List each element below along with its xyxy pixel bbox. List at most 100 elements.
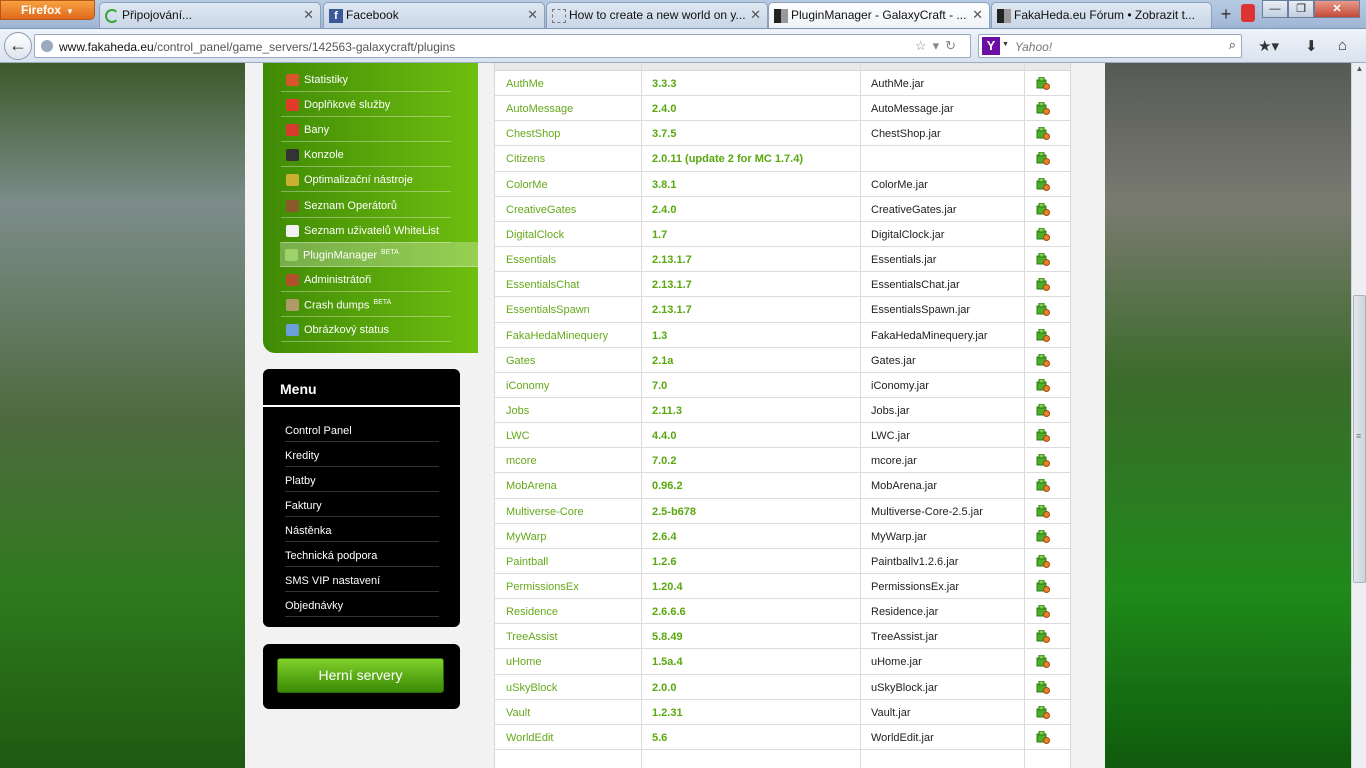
plugin-action-icon[interactable]	[1036, 604, 1050, 619]
main-menu-item[interactable]: Platby	[285, 467, 439, 492]
main-menu-item[interactable]: SMS VIP nastavení	[285, 567, 439, 592]
plugin-action-icon[interactable]	[1036, 101, 1050, 116]
firefox-menu-button[interactable]: Firefox ▼	[0, 0, 95, 20]
url-path: /control_panel/game_servers/142563-galax…	[153, 40, 456, 54]
operator-icon	[286, 200, 299, 212]
tab-forum[interactable]: FakaHeda.eu Fórum • Zobrazit t...	[991, 2, 1212, 28]
maximize-button[interactable]: ❐	[1288, 0, 1314, 18]
table-row: Jobs 2.11.3 Jobs.jar	[495, 398, 1070, 424]
plugin-action-icon[interactable]	[1036, 302, 1050, 317]
plugins-table: AuthMe 3.3.3 AuthMe.jar AutoMessage 2.4.0 Aut…	[494, 63, 1071, 768]
panel-menu-item-7[interactable]: PluginManager BETA	[280, 242, 478, 267]
plugin-action-icon[interactable]	[1036, 629, 1050, 644]
new-tab-button[interactable]: +	[1214, 5, 1238, 25]
tab-facebook[interactable]: f Facebook ✕	[323, 2, 545, 28]
plugin-version: 7.0.2	[652, 455, 677, 468]
main-menu-item[interactable]: Control Panel	[285, 417, 439, 442]
plugin-action-icon[interactable]	[1036, 378, 1050, 392]
plugin-version: 3.8.1	[652, 178, 677, 191]
home-icon[interactable]: ⌂	[1338, 37, 1347, 54]
scrollbar-thumb[interactable]: ≡	[1353, 295, 1366, 583]
panel-menu-item-6[interactable]: Seznam uživatelů WhiteList	[281, 218, 451, 243]
panel-menu-item-3[interactable]: Konzole	[281, 142, 451, 167]
close-window-button[interactable]: ✕	[1314, 0, 1360, 18]
main-menu-item[interactable]: Nástěnka	[285, 517, 439, 542]
panel-menu-label: Administrátoři	[304, 274, 372, 286]
plugin-action-icon[interactable]	[1036, 428, 1050, 443]
table-row: MyWarp 2.6.4 MyWarp.jar	[495, 524, 1070, 549]
plugin-name: PermissionsEx	[506, 581, 579, 593]
url-bar[interactable]: www.fakaheda.eu/control_panel/game_serve…	[34, 34, 971, 58]
plugin-action-icon[interactable]	[1036, 680, 1050, 694]
plugin-file: iConomy.jar	[871, 379, 929, 392]
table-row: Citizens 2.0.11 (update 2 for MC 1.7.4)	[495, 146, 1070, 172]
page-viewport: Statistiky Doplňkové služby Bany Konzole Opt…	[0, 63, 1351, 768]
plugin-action-icon[interactable]	[1036, 654, 1050, 669]
plugin-action-icon[interactable]	[1036, 328, 1050, 342]
close-icon[interactable]: ✕	[303, 7, 314, 23]
panel-menu-item-1[interactable]: Doplňkové služby	[281, 92, 451, 117]
search-input[interactable]: Yahoo!	[1015, 40, 1052, 54]
plugin-action-icon[interactable]	[1036, 504, 1050, 518]
search-bar[interactable]: Y ▼ Yahoo! ⌕	[978, 34, 1242, 58]
tab-label: How to create a new world on y...	[569, 8, 746, 22]
plugin-action-icon[interactable]	[1036, 453, 1050, 468]
table-row: iConomy 7.0 iConomy.jar	[495, 373, 1070, 398]
plugin-name: Multiverse-Core	[506, 505, 584, 518]
panel-menu-item-4[interactable]: Optimalizační nástroje	[281, 167, 451, 192]
plugin-action-icon[interactable]	[1036, 202, 1050, 216]
plugin-name: Citizens	[506, 153, 546, 166]
list-all-tabs-button[interactable]	[1241, 4, 1255, 22]
plugin-file: CreativeGates.jar	[871, 203, 957, 216]
main-menu-item[interactable]: Faktury	[285, 492, 439, 517]
bookmarks-icon[interactable]: ★▾	[1258, 37, 1279, 55]
blank-page-icon	[552, 9, 566, 23]
plugin-action-icon[interactable]	[1036, 76, 1050, 90]
download-icon[interactable]: ⬇	[1305, 37, 1318, 55]
table-row: AutoMessage 2.4.0 AutoMessage.jar	[495, 96, 1070, 122]
plugin-action-icon[interactable]	[1036, 151, 1050, 166]
game-servers-button[interactable]: Herní servery	[277, 658, 444, 693]
plugin-action-icon[interactable]	[1036, 730, 1050, 744]
close-icon[interactable]: ✕	[527, 7, 538, 23]
panel-menu-item-2[interactable]: Bany	[281, 117, 451, 142]
panel-menu-item-9[interactable]: Crash dumps BETA	[281, 292, 451, 317]
plugin-action-icon[interactable]	[1036, 478, 1050, 493]
minimize-button[interactable]: —	[1262, 0, 1288, 18]
main-menu-item[interactable]: Objednávky	[285, 592, 439, 617]
plugin-action-icon[interactable]	[1036, 177, 1050, 191]
plugin-action-icon[interactable]	[1036, 579, 1050, 593]
close-icon[interactable]: ✕	[972, 7, 983, 23]
table-row: DigitalClock 1.7 DigitalClock.jar	[495, 222, 1070, 248]
plugin-file: WorldEdit.jar	[871, 731, 934, 744]
yahoo-icon[interactable]: Y	[982, 37, 1000, 55]
plugin-action-icon[interactable]	[1036, 529, 1050, 543]
main-menu-item[interactable]: Kredity	[285, 442, 439, 467]
panel-menu-label: Crash dumps	[304, 299, 370, 312]
plugin-action-icon[interactable]	[1036, 403, 1050, 417]
plugin-action-icon[interactable]	[1036, 252, 1050, 267]
plugin-action-icon[interactable]	[1036, 554, 1050, 568]
scrollbar[interactable]: ▲ ≡	[1351, 63, 1366, 768]
plugin-action-icon[interactable]	[1036, 227, 1050, 241]
tab-pluginmanager[interactable]: PluginManager - GalaxyCraft - ... ✕	[768, 2, 990, 28]
plugin-file: Residence.jar	[871, 606, 939, 619]
plugin-action-icon[interactable]	[1036, 126, 1050, 141]
panel-menu-item-8[interactable]: Administrátoři	[281, 267, 451, 292]
panel-menu-item-5[interactable]: Seznam Operátorů	[281, 193, 451, 218]
plugin-action-icon[interactable]	[1036, 277, 1050, 292]
search-icon[interactable]: ⌕	[1229, 37, 1236, 53]
tab-create-world[interactable]: How to create a new world on y... ✕	[546, 2, 768, 28]
panel-menu-item-0[interactable]: Statistiky	[281, 67, 451, 92]
scroll-up-arrow[interactable]: ▲	[1353, 64, 1366, 77]
panel-menu-item-10[interactable]: Obrázkový status	[281, 317, 451, 342]
plugin-action-icon[interactable]	[1036, 705, 1050, 719]
tab-connecting[interactable]: Připojování... ✕	[99, 2, 321, 28]
plugin-action-icon[interactable]	[1036, 353, 1050, 367]
chevron-down-icon[interactable]: ▼	[1002, 41, 1009, 48]
back-button[interactable]: ←	[4, 32, 32, 60]
bookmark-star-icon[interactable]: ☆▾↻	[915, 38, 962, 54]
main-menu-item[interactable]: Technická podpora	[285, 542, 439, 567]
table-row: FakaHedaMinequery 1.3 FakaHedaMinequery.ja…	[495, 323, 1070, 348]
close-icon[interactable]: ✕	[750, 7, 761, 23]
